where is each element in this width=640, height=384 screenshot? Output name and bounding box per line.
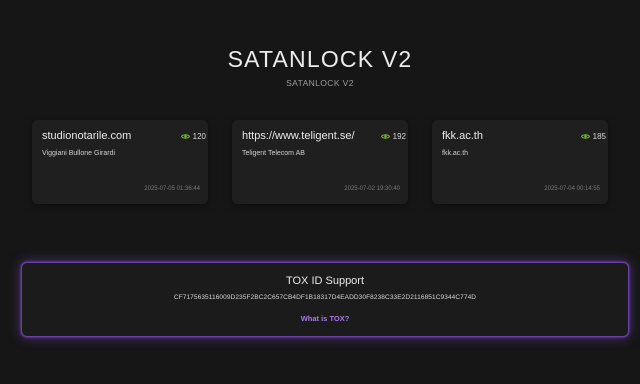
- view-count-value: 185: [592, 132, 606, 141]
- card-date: 2025-07-02 19:30:40: [344, 186, 400, 192]
- victim-card[interactable]: fkk.ac.th fkk.ac.th 185 2025-07-04 00:14…: [432, 120, 608, 204]
- card-company: Teligent Telecom AB: [242, 150, 305, 157]
- victim-cards: studionotarile.com Viggiani Bullone Gira…: [32, 120, 608, 204]
- view-count: 120: [146, 132, 208, 141]
- view-count: 185: [546, 132, 608, 141]
- card-domain: https://www.teligent.se/: [242, 130, 355, 142]
- tox-title: TOX ID Support: [285, 275, 365, 287]
- site-subtitle: SATANLOCK V2: [286, 78, 354, 88]
- eye-icon: [580, 134, 590, 139]
- card-date: 2025-07-05 01:36:44: [144, 186, 200, 192]
- victim-card[interactable]: https://www.teligent.se/ Teligent Teleco…: [232, 120, 408, 204]
- card-company: Viggiani Bullone Girardi: [42, 150, 116, 157]
- card-company: fkk.ac.th: [442, 150, 469, 157]
- card-domain: fkk.ac.th: [442, 130, 483, 142]
- tox-support-panel: TOX ID Support CF7175635116009D235F2BC2C…: [21, 262, 629, 337]
- eye-icon: [380, 134, 390, 139]
- card-domain: studionotarile.com: [42, 130, 132, 142]
- victim-card[interactable]: studionotarile.com Viggiani Bullone Gira…: [32, 120, 208, 204]
- view-count: 192: [346, 132, 408, 141]
- view-count-value: 192: [392, 132, 406, 141]
- what-is-tox-link[interactable]: What is TOX?: [22, 314, 628, 323]
- eye-icon: [180, 134, 190, 139]
- page-header: SATANLOCK V2 SATANLOCK V2: [0, 44, 640, 88]
- site-title: SATANLOCK V2: [227, 46, 413, 72]
- card-date: 2025-07-04 00:14:55: [544, 186, 600, 192]
- view-count-value: 120: [192, 132, 206, 141]
- tox-id[interactable]: CF7175635116009D235F2BC2C657CB4DF1B18317…: [22, 294, 628, 301]
